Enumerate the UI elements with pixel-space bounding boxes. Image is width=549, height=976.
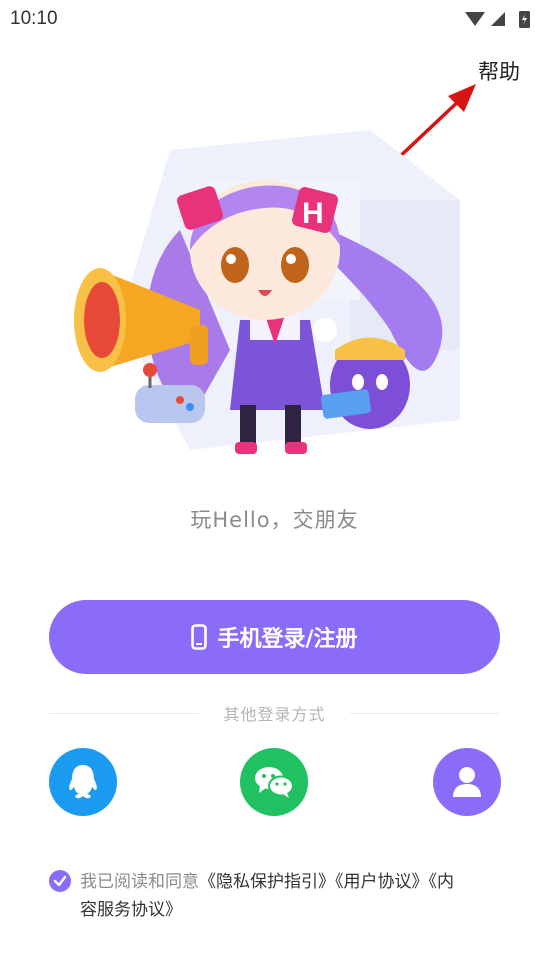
agreement-text: 我已阅读和同意《隐私保护指引》《用户协议》《内容服务协议》 [80, 868, 510, 924]
content-agreement-link-part2[interactable]: 容服务协议》 [80, 900, 182, 920]
slogan: 玩Hello，交朋友 [190, 508, 359, 532]
phone-login-button[interactable]: 手机登录/注册 [49, 600, 500, 674]
phone-login-label: 手机登录/注册 [217, 627, 358, 652]
status-icons [465, 11, 530, 28]
help-link[interactable]: 帮助 [478, 56, 520, 86]
user-icon [453, 767, 481, 797]
status-bar: 10:10 [0, 0, 549, 38]
phone-icon [191, 624, 208, 650]
signal-icon [491, 12, 505, 26]
wechat-icon [255, 767, 294, 798]
content-agreement-link-part1[interactable]: 《内 [429, 872, 455, 892]
wechat-login-button[interactable] [240, 748, 308, 816]
agreement-prefix: 我已阅读和同意 [80, 872, 199, 892]
qq-icon [69, 765, 97, 799]
check-icon [53, 875, 67, 887]
account-login-button[interactable] [433, 748, 501, 816]
status-time: 10:10 [10, 8, 58, 29]
wifi-icon [465, 12, 485, 26]
privacy-policy-link[interactable]: 《隐私保护指引》 [199, 872, 335, 892]
other-login-label: 其他登录方式 [223, 705, 326, 724]
qq-login-button[interactable] [49, 748, 117, 816]
hero-illustration: H [74, 130, 460, 454]
agree-checkbox[interactable] [49, 870, 71, 892]
user-agreement-link[interactable]: 《用户协议》 [335, 872, 429, 892]
h-badge-letter: H [302, 197, 324, 230]
